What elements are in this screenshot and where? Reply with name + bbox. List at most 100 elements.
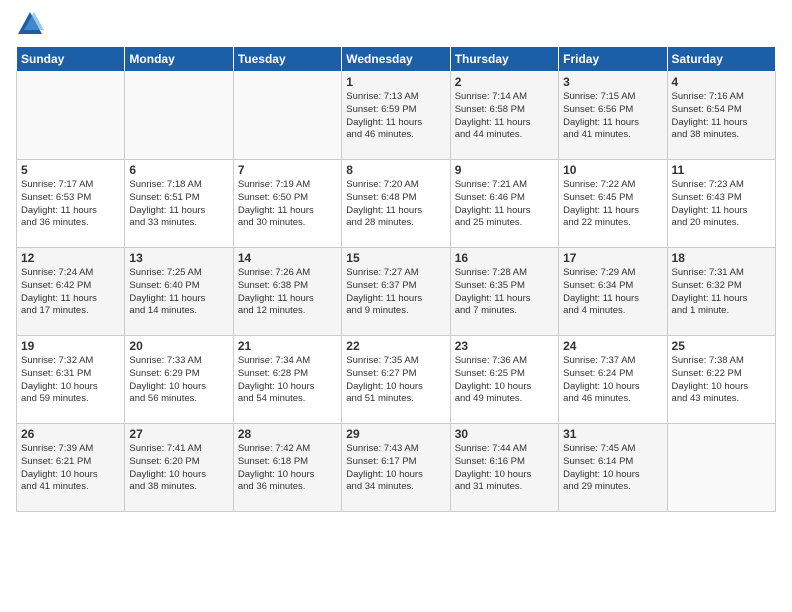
calendar-body: 1 Sunrise: 7:13 AM Sunset: 6:59 PM Daylig…	[17, 72, 776, 512]
day-number: 30	[455, 427, 554, 441]
day-info: Sunrise: 7:45 AM Sunset: 6:14 PM Dayligh…	[563, 443, 662, 494]
day-number: 17	[563, 251, 662, 265]
day-info: Sunrise: 7:31 AM Sunset: 6:32 PM Dayligh…	[672, 267, 771, 318]
day-number: 1	[346, 75, 445, 89]
day-info: Sunrise: 7:20 AM Sunset: 6:48 PM Dayligh…	[346, 179, 445, 230]
page-header	[16, 10, 776, 38]
day-number: 21	[238, 339, 337, 353]
day-number: 3	[563, 75, 662, 89]
day-cell: 18 Sunrise: 7:31 AM Sunset: 6:32 PM Dayli…	[667, 248, 775, 336]
day-info: Sunrise: 7:35 AM Sunset: 6:27 PM Dayligh…	[346, 355, 445, 406]
weekday-sunday: Sunday	[17, 47, 125, 72]
day-info: Sunrise: 7:23 AM Sunset: 6:43 PM Dayligh…	[672, 179, 771, 230]
day-info: Sunrise: 7:34 AM Sunset: 6:28 PM Dayligh…	[238, 355, 337, 406]
day-cell: 12 Sunrise: 7:24 AM Sunset: 6:42 PM Dayli…	[17, 248, 125, 336]
day-cell: 27 Sunrise: 7:41 AM Sunset: 6:20 PM Dayli…	[125, 424, 233, 512]
day-info: Sunrise: 7:33 AM Sunset: 6:29 PM Dayligh…	[129, 355, 228, 406]
day-number: 7	[238, 163, 337, 177]
day-info: Sunrise: 7:29 AM Sunset: 6:34 PM Dayligh…	[563, 267, 662, 318]
day-number: 26	[21, 427, 120, 441]
day-info: Sunrise: 7:22 AM Sunset: 6:45 PM Dayligh…	[563, 179, 662, 230]
day-cell: 21 Sunrise: 7:34 AM Sunset: 6:28 PM Dayli…	[233, 336, 341, 424]
day-number: 14	[238, 251, 337, 265]
day-number: 25	[672, 339, 771, 353]
day-cell: 10 Sunrise: 7:22 AM Sunset: 6:45 PM Dayli…	[559, 160, 667, 248]
day-cell: 13 Sunrise: 7:25 AM Sunset: 6:40 PM Dayli…	[125, 248, 233, 336]
day-info: Sunrise: 7:21 AM Sunset: 6:46 PM Dayligh…	[455, 179, 554, 230]
day-info: Sunrise: 7:15 AM Sunset: 6:56 PM Dayligh…	[563, 91, 662, 142]
day-cell: 29 Sunrise: 7:43 AM Sunset: 6:17 PM Dayli…	[342, 424, 450, 512]
weekday-wednesday: Wednesday	[342, 47, 450, 72]
day-cell: 19 Sunrise: 7:32 AM Sunset: 6:31 PM Dayli…	[17, 336, 125, 424]
day-cell: 26 Sunrise: 7:39 AM Sunset: 6:21 PM Dayli…	[17, 424, 125, 512]
day-info: Sunrise: 7:41 AM Sunset: 6:20 PM Dayligh…	[129, 443, 228, 494]
day-cell	[233, 72, 341, 160]
day-info: Sunrise: 7:17 AM Sunset: 6:53 PM Dayligh…	[21, 179, 120, 230]
day-number: 11	[672, 163, 771, 177]
day-number: 15	[346, 251, 445, 265]
logo	[16, 10, 48, 38]
day-cell: 28 Sunrise: 7:42 AM Sunset: 6:18 PM Dayli…	[233, 424, 341, 512]
day-number: 27	[129, 427, 228, 441]
day-cell: 4 Sunrise: 7:16 AM Sunset: 6:54 PM Daylig…	[667, 72, 775, 160]
day-number: 18	[672, 251, 771, 265]
weekday-friday: Friday	[559, 47, 667, 72]
day-number: 4	[672, 75, 771, 89]
day-cell: 24Sunrise: 7:37 AM Sunset: 6:24 PM Dayli…	[559, 336, 667, 424]
day-info: Sunrise: 7:24 AM Sunset: 6:42 PM Dayligh…	[21, 267, 120, 318]
day-number: 9	[455, 163, 554, 177]
day-number: 29	[346, 427, 445, 441]
day-info: Sunrise: 7:25 AM Sunset: 6:40 PM Dayligh…	[129, 267, 228, 318]
weekday-header-row: SundayMondayTuesdayWednesdayThursdayFrid…	[17, 47, 776, 72]
day-info: Sunrise: 7:13 AM Sunset: 6:59 PM Dayligh…	[346, 91, 445, 142]
day-number: 10	[563, 163, 662, 177]
day-info: Sunrise: 7:32 AM Sunset: 6:31 PM Dayligh…	[21, 355, 120, 406]
day-info: Sunrise: 7:27 AM Sunset: 6:37 PM Dayligh…	[346, 267, 445, 318]
day-number: 6	[129, 163, 228, 177]
day-number: 13	[129, 251, 228, 265]
day-info: Sunrise: 7:26 AM Sunset: 6:38 PM Dayligh…	[238, 267, 337, 318]
day-number: 5	[21, 163, 120, 177]
day-info: Sunrise: 7:18 AM Sunset: 6:51 PM Dayligh…	[129, 179, 228, 230]
logo-icon	[16, 10, 44, 38]
day-info: Sunrise: 7:36 AM Sunset: 6:25 PM Dayligh…	[455, 355, 554, 406]
day-info: Sunrise: 7:42 AM Sunset: 6:18 PM Dayligh…	[238, 443, 337, 494]
day-number: 28	[238, 427, 337, 441]
day-cell	[125, 72, 233, 160]
day-number: 22	[346, 339, 445, 353]
day-cell: 22 Sunrise: 7:35 AM Sunset: 6:27 PM Dayli…	[342, 336, 450, 424]
week-row-3: 12 Sunrise: 7:24 AM Sunset: 6:42 PM Dayli…	[17, 248, 776, 336]
day-number: 19	[21, 339, 120, 353]
day-cell: 5 Sunrise: 7:17 AM Sunset: 6:53 PM Daylig…	[17, 160, 125, 248]
day-number: 24	[563, 339, 662, 353]
day-cell: 11 Sunrise: 7:23 AM Sunset: 6:43 PM Dayli…	[667, 160, 775, 248]
day-cell: 20Sunrise: 7:33 AM Sunset: 6:29 PM Dayli…	[125, 336, 233, 424]
week-row-5: 26 Sunrise: 7:39 AM Sunset: 6:21 PM Dayli…	[17, 424, 776, 512]
day-info: Sunrise: 7:16 AM Sunset: 6:54 PM Dayligh…	[672, 91, 771, 142]
day-info: Sunrise: 7:39 AM Sunset: 6:21 PM Dayligh…	[21, 443, 120, 494]
day-cell: 8 Sunrise: 7:20 AM Sunset: 6:48 PM Daylig…	[342, 160, 450, 248]
day-cell: 30Sunrise: 7:44 AM Sunset: 6:16 PM Dayli…	[450, 424, 558, 512]
day-cell: 2 Sunrise: 7:14 AM Sunset: 6:58 PM Daylig…	[450, 72, 558, 160]
day-cell	[667, 424, 775, 512]
day-cell: 23Sunrise: 7:36 AM Sunset: 6:25 PM Dayli…	[450, 336, 558, 424]
day-info: Sunrise: 7:38 AM Sunset: 6:22 PM Dayligh…	[672, 355, 771, 406]
day-cell: 7Sunrise: 7:19 AM Sunset: 6:50 PM Daylig…	[233, 160, 341, 248]
day-info: Sunrise: 7:43 AM Sunset: 6:17 PM Dayligh…	[346, 443, 445, 494]
week-row-1: 1 Sunrise: 7:13 AM Sunset: 6:59 PM Daylig…	[17, 72, 776, 160]
day-info: Sunrise: 7:28 AM Sunset: 6:35 PM Dayligh…	[455, 267, 554, 318]
day-number: 16	[455, 251, 554, 265]
day-cell: 14 Sunrise: 7:26 AM Sunset: 6:38 PM Dayli…	[233, 248, 341, 336]
day-number: 12	[21, 251, 120, 265]
weekday-thursday: Thursday	[450, 47, 558, 72]
day-cell: 31 Sunrise: 7:45 AM Sunset: 6:14 PM Dayli…	[559, 424, 667, 512]
day-number: 2	[455, 75, 554, 89]
day-number: 8	[346, 163, 445, 177]
day-cell: 9 Sunrise: 7:21 AM Sunset: 6:46 PM Daylig…	[450, 160, 558, 248]
day-cell: 15 Sunrise: 7:27 AM Sunset: 6:37 PM Dayli…	[342, 248, 450, 336]
week-row-4: 19 Sunrise: 7:32 AM Sunset: 6:31 PM Dayli…	[17, 336, 776, 424]
day-info: Sunrise: 7:14 AM Sunset: 6:58 PM Dayligh…	[455, 91, 554, 142]
day-cell: 3 Sunrise: 7:15 AM Sunset: 6:56 PM Daylig…	[559, 72, 667, 160]
weekday-tuesday: Tuesday	[233, 47, 341, 72]
day-number: 31	[563, 427, 662, 441]
